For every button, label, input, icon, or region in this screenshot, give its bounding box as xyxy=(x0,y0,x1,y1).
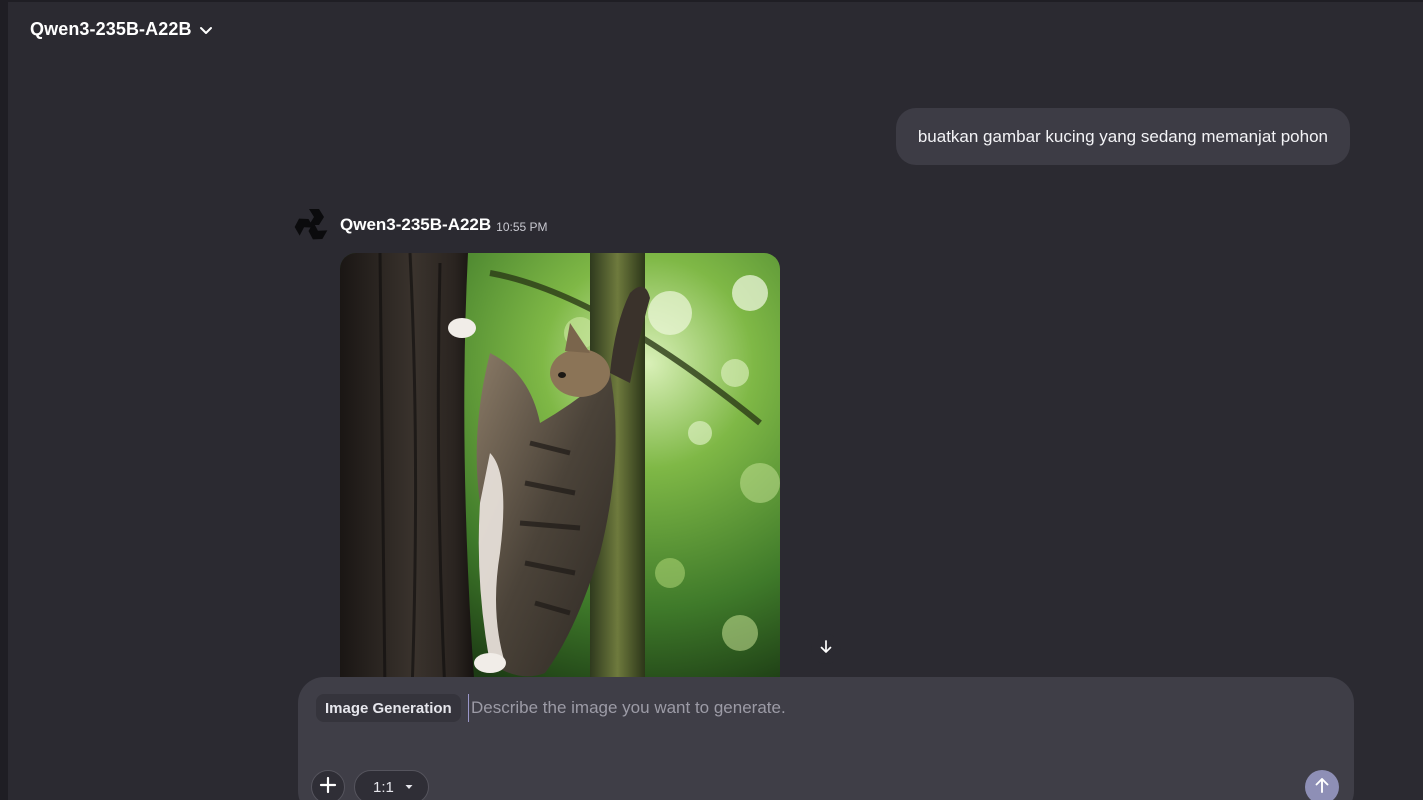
message-composer: Image Generation 1:1 xyxy=(298,677,1354,800)
arrow-down-icon xyxy=(818,639,834,660)
chevron-down-icon xyxy=(198,22,214,38)
scroll-to-bottom-button[interactable] xyxy=(811,634,841,664)
assistant-message-header: Qwen3-235B-A22B 10:55 PM xyxy=(294,207,548,243)
mode-chip-label: Image Generation xyxy=(325,699,452,717)
image-generation-chip[interactable]: Image Generation xyxy=(316,694,461,722)
send-button[interactable] xyxy=(1305,770,1339,800)
model-name: Qwen3-235B-A22B xyxy=(30,19,192,39)
aspect-ratio-select[interactable]: 1:1 xyxy=(354,770,429,800)
aspect-ratio-value: 1:1 xyxy=(373,778,394,796)
assistant-name: Qwen3-235B-A22B xyxy=(340,215,492,234)
generated-image[interactable] xyxy=(340,253,780,693)
left-edge xyxy=(0,0,8,800)
message-timestamp: 10:55 PM xyxy=(496,220,548,234)
plus-icon xyxy=(319,776,337,799)
chat-app: Qwen3-235B-A22B buatkan gambar kucing ya… xyxy=(0,0,1423,800)
qwen-logo-icon xyxy=(294,207,330,243)
user-message-bubble: buatkan gambar kucing yang sedang memanj… xyxy=(895,108,1350,165)
caret-down-icon xyxy=(404,779,414,796)
model-selector[interactable]: Qwen3-235B-A22B xyxy=(30,19,214,40)
arrow-up-icon xyxy=(1313,776,1331,799)
add-button[interactable] xyxy=(311,770,345,800)
user-message-text: buatkan gambar kucing yang sedang memanj… xyxy=(917,126,1328,146)
prompt-input[interactable] xyxy=(468,694,1293,722)
top-edge xyxy=(0,0,1423,2)
